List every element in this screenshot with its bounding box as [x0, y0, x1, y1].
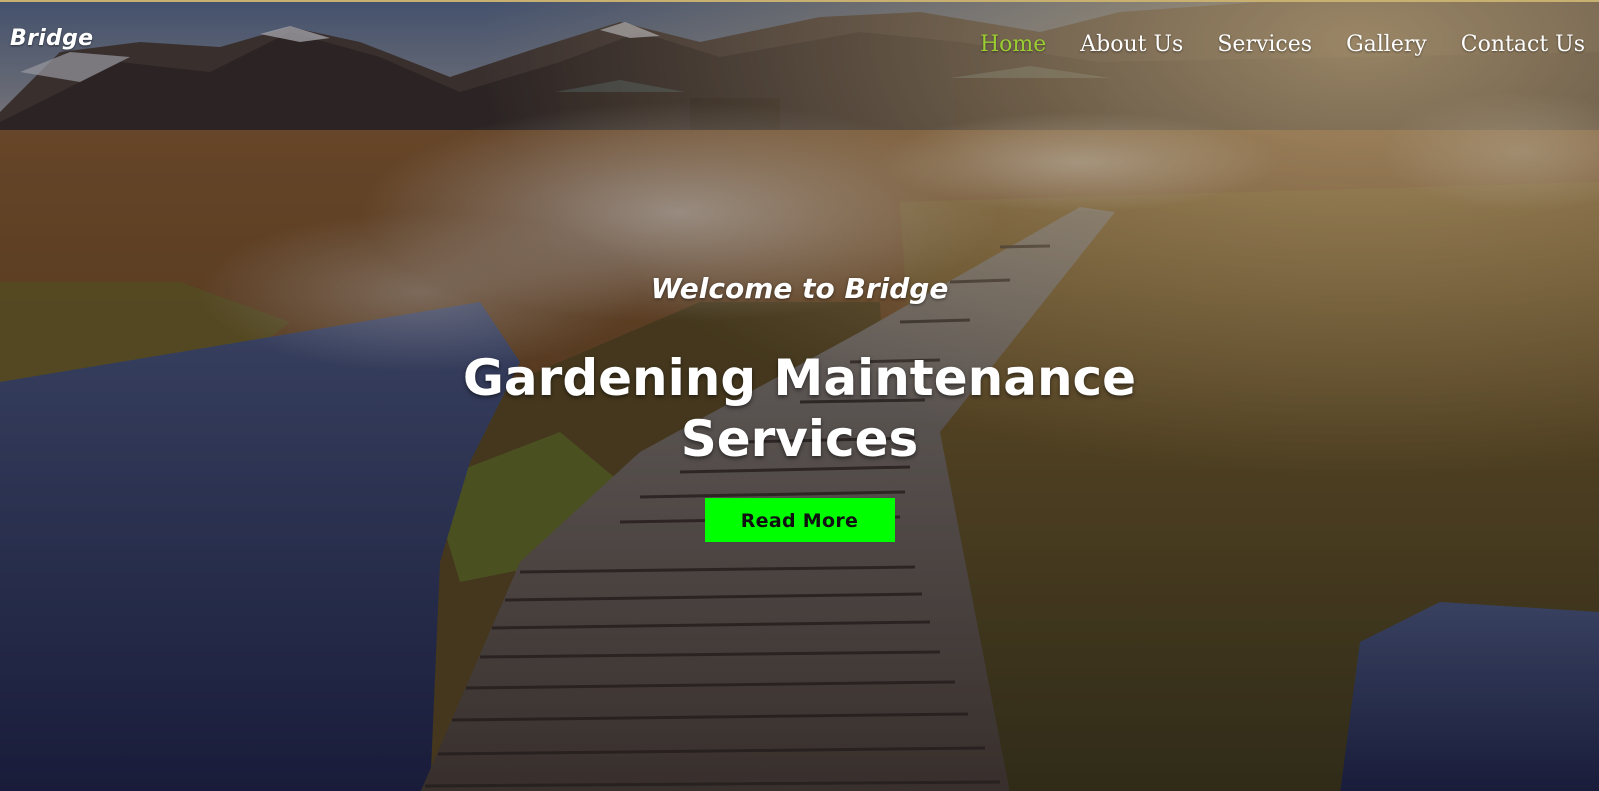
nav-item-contact-us[interactable]: Contact Us: [1444, 32, 1585, 57]
hero-section: Bridge Home About Us Services Gallery Co…: [0, 0, 1599, 791]
nav-item-home[interactable]: Home: [963, 32, 1063, 57]
main-navigation: Home About Us Services Gallery Contact U…: [963, 32, 1585, 57]
nav-item-about-us[interactable]: About Us: [1063, 32, 1200, 57]
nav-item-gallery[interactable]: Gallery: [1329, 32, 1444, 57]
hero-cta-wrapper: Read More: [0, 498, 1599, 542]
read-more-button[interactable]: Read More: [704, 498, 895, 542]
hero-headline: Gardening Maintenance Services: [0, 348, 1599, 470]
hero-headline-line-2: Services: [680, 410, 919, 468]
nav-item-services[interactable]: Services: [1200, 32, 1329, 57]
hero-welcome-text: Welcome to Bridge: [650, 272, 949, 305]
hero-headline-line-1: Gardening Maintenance: [462, 349, 1137, 407]
site-logo[interactable]: Bridge: [10, 26, 93, 51]
